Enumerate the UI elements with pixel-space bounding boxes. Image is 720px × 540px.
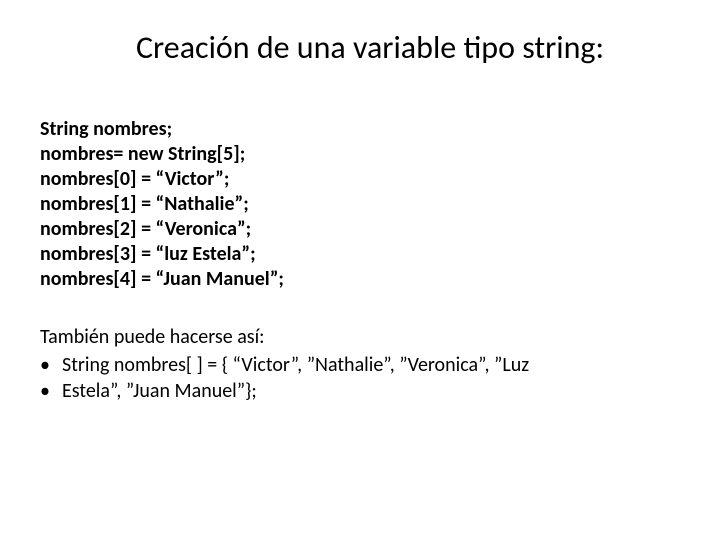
code-line: nombres[2] = “Veronica”; (40, 217, 680, 242)
list-item: • String nombres[ ] = { “Victor”, ”Natha… (40, 352, 680, 378)
alternative-intro: También puede hacerse así: (40, 324, 680, 350)
bullet-text: Estela”, ”Juan Manuel”}; (62, 378, 680, 404)
bullet-icon: • (40, 378, 62, 404)
code-line: nombres[0] = “Victor”; (40, 167, 680, 192)
list-item: • Estela”, ”Juan Manuel”}; (40, 378, 680, 404)
code-line: nombres[4] = “Juan Manuel”; (40, 267, 680, 292)
bullet-text: String nombres[ ] = { “Victor”, ”Nathali… (62, 352, 680, 378)
code-line: nombres[1] = “Nathalie”; (40, 192, 680, 217)
slide-title: Creación de una variable tipo string: (40, 28, 680, 67)
code-line: String nombres; (40, 117, 680, 142)
code-block: String nombres; nombres= new String[5]; … (40, 117, 680, 292)
code-line: nombres[3] = “luz Estela”; (40, 242, 680, 267)
bullet-icon: • (40, 352, 62, 378)
code-line: nombres= new String[5]; (40, 142, 680, 167)
alternative-section: También puede hacerse así: • String nomb… (40, 324, 680, 404)
